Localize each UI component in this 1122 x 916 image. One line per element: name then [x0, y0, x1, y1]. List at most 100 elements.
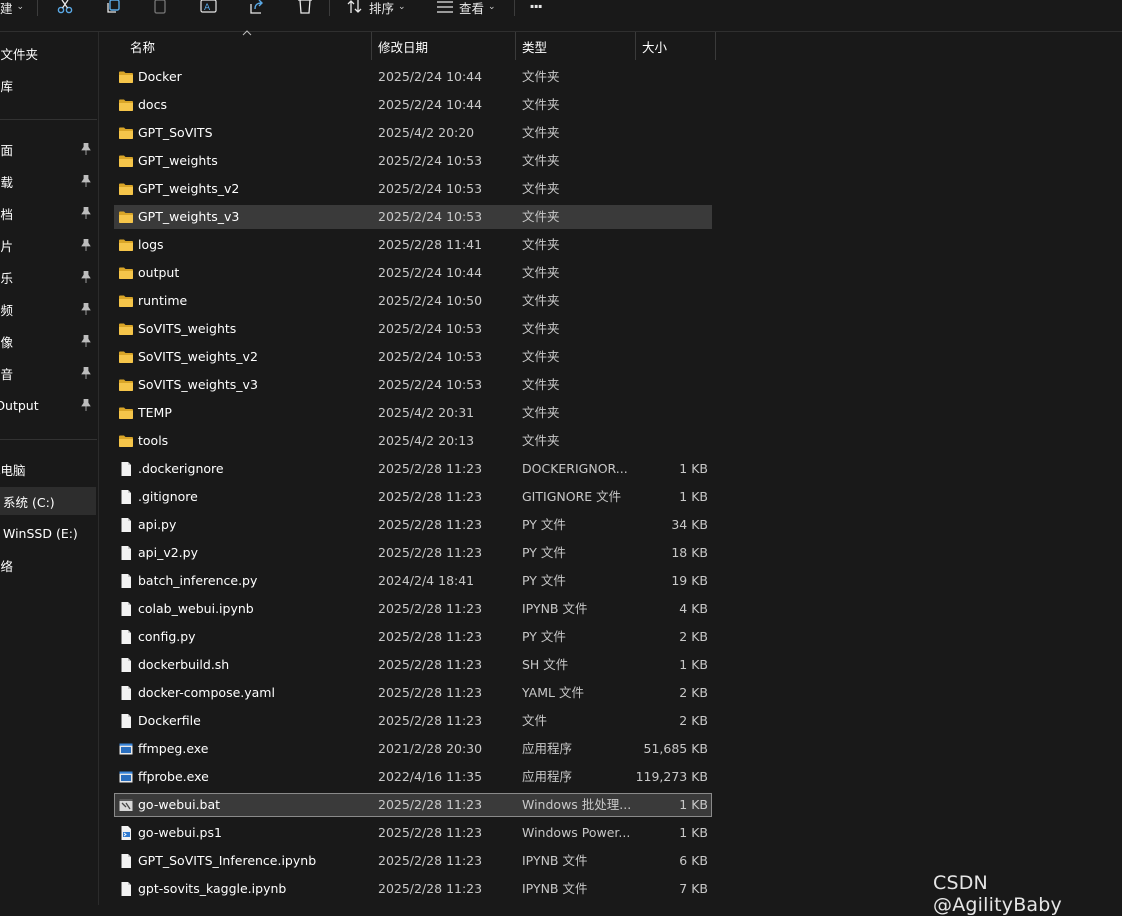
sidebar-item-label: 系统 (C:)	[3, 494, 55, 510]
file-row[interactable]: api_v2.py 2025/2/28 11:23 PY 文件 18 KB	[114, 541, 712, 565]
file-date: 2025/4/2 20:13	[378, 433, 475, 448]
sidebar-item[interactable]: 录音	[0, 359, 96, 387]
sidebar-item[interactable]: 音乐	[0, 263, 96, 291]
sidebar-item[interactable]: 图库	[0, 71, 96, 99]
sidebar-item-label: 文档	[0, 206, 14, 222]
sidebar-item[interactable]: 桌面	[0, 135, 96, 163]
file-row[interactable]: go-webui.ps1 2025/2/28 11:23 Windows Power…	[114, 821, 712, 845]
file-row[interactable]: GPT_weights_v3 2025/2/24 10:53 文件夹	[114, 205, 712, 229]
folder-icon	[118, 377, 134, 393]
file-icon	[118, 461, 134, 477]
file-icon	[118, 629, 134, 645]
file-date: 2025/2/24 10:53	[378, 153, 483, 168]
file-icon	[118, 545, 134, 561]
sidebar-item[interactable]: WinSSD (E:)	[0, 519, 96, 547]
file-date: 2025/2/28 11:41	[378, 237, 483, 252]
view-icon	[437, 1, 453, 13]
file-date: 2025/2/28 11:23	[378, 797, 483, 812]
file-row[interactable]: logs 2025/2/28 11:41 文件夹	[114, 233, 712, 257]
file-name: api.py	[138, 517, 177, 532]
file-row[interactable]: SoVITS_weights 2025/2/24 10:53 文件夹	[114, 317, 712, 341]
file-date: 2025/2/28 11:23	[378, 685, 483, 700]
file-date: 2025/4/2 20:31	[378, 405, 475, 420]
file-row[interactable]: GPT_weights_v2 2025/2/24 10:53 文件夹	[114, 177, 712, 201]
file-size: 51,685 KB	[643, 741, 708, 756]
file-row[interactable]: batch_inference.py 2024/2/4 18:41 PY 文件 19 …	[114, 569, 712, 593]
file-row[interactable]: tools 2025/4/2 20:13 文件夹	[114, 429, 712, 453]
file-row[interactable]: colab_webui.ipynb 2025/2/28 11:23 IPYNB 文件…	[114, 597, 712, 621]
file-row[interactable]: TEMP 2025/4/2 20:31 文件夹	[114, 401, 712, 425]
view-button[interactable]: 查看 ⌄	[437, 0, 496, 16]
file-date: 2025/2/28 11:23	[378, 517, 483, 532]
sidebar-item[interactable]: 摄像	[0, 327, 96, 355]
copy-icon	[107, 0, 120, 13]
sidebar-item[interactable]: 文档	[0, 199, 96, 227]
file-row[interactable]: docs 2025/2/24 10:44 文件夹	[114, 93, 712, 117]
file-type: IPYNB 文件	[522, 881, 588, 896]
file-row[interactable]: docker-compose.yaml 2025/2/28 11:23 YAML 文…	[114, 681, 712, 705]
share-button[interactable]	[249, 0, 265, 14]
rename-button[interactable]: A	[200, 0, 218, 14]
delete-button[interactable]	[297, 0, 313, 14]
file-row[interactable]: Docker 2025/2/24 10:44 文件夹	[114, 65, 712, 89]
copy-button[interactable]	[105, 0, 121, 14]
file-type: DOCKERIGNOR...	[522, 461, 628, 476]
file-row[interactable]: Dockerfile 2025/2/28 11:23 文件 2 KB	[114, 709, 712, 733]
column-header-type[interactable]: 类型	[522, 32, 634, 60]
file-row[interactable]: SoVITS_weights_v3 2025/2/24 10:53 文件夹	[114, 373, 712, 397]
file-icon	[118, 573, 134, 589]
file-icon	[118, 853, 134, 869]
file-row[interactable]: .dockerignore 2025/2/28 11:23 DOCKERIGNOR.…	[114, 457, 712, 481]
sidebar-item[interactable]: 此电脑	[0, 455, 96, 483]
sidebar-item[interactable]: 图片	[0, 231, 96, 259]
sidebar-item[interactable]: 网络	[0, 551, 96, 579]
file-size: 2 KB	[679, 629, 708, 644]
file-date: 2025/2/28 11:23	[378, 489, 483, 504]
column-header-size[interactable]: 大小	[642, 32, 714, 60]
more-options-button[interactable]: ···	[529, 0, 543, 15]
sidebar-item[interactable]: 视频	[0, 295, 96, 323]
file-type: Windows Power...	[522, 825, 631, 840]
file-row[interactable]: .gitignore 2025/2/28 11:23 GITIGNORE 文件 1 K…	[114, 485, 712, 509]
file-date: 2025/2/24 10:53	[378, 209, 483, 224]
file-icon	[118, 601, 134, 617]
file-row[interactable]: GPT_SoVITS 2025/4/2 20:20 文件夹	[114, 121, 712, 145]
file-type: 文件夹	[522, 265, 560, 280]
file-row[interactable]: go-webui.bat 2025/2/28 11:23 Windows 批处理..…	[114, 793, 712, 817]
file-row[interactable]: ffprobe.exe 2022/4/16 11:35 应用程序 119,273 KB	[114, 765, 712, 789]
sidebar-item-label: 图片	[0, 238, 14, 254]
file-row[interactable]: GPT_SoVITS_Inference.ipynb 2025/2/28 11:2…	[114, 849, 712, 873]
file-row[interactable]: SoVITS_weights_v2 2025/2/24 10:53 文件夹	[114, 345, 712, 369]
file-row[interactable]: ffmpeg.exe 2021/2/28 20:30 应用程序 51,685 KB	[114, 737, 712, 761]
cut-button[interactable]	[57, 0, 73, 14]
file-row[interactable]: GPT_weights 2025/2/24 10:53 文件夹	[114, 149, 712, 173]
paste-button[interactable]	[152, 0, 168, 14]
file-row[interactable]: gpt-sovits_kaggle.ipynb 2025/2/28 11:23 IP…	[114, 877, 712, 901]
sidebar-item[interactable]: 下载	[0, 167, 96, 195]
file-name: gpt-sovits_kaggle.ipynb	[138, 881, 287, 896]
sidebar-item[interactable]: 系统 (C:)	[0, 487, 96, 515]
file-size: 1 KB	[679, 825, 708, 840]
column-type-label: 类型	[522, 39, 548, 55]
file-row[interactable]: api.py 2025/2/28 11:23 PY 文件 34 KB	[114, 513, 712, 537]
column-header-name[interactable]: 名称	[130, 32, 370, 60]
file-row[interactable]: dockerbuild.sh 2025/2/28 11:23 SH 文件 1 KB	[114, 653, 712, 677]
file-row[interactable]: runtime 2025/2/24 10:50 文件夹	[114, 289, 712, 313]
file-icon	[118, 657, 134, 673]
file-row[interactable]: config.py 2025/2/28 11:23 PY 文件 2 KB	[114, 625, 712, 649]
column-header-date[interactable]: 修改日期	[378, 32, 514, 60]
file-name: Dockerfile	[138, 713, 201, 728]
file-size: 1 KB	[679, 461, 708, 476]
file-name: api_v2.py	[138, 545, 198, 560]
folder-icon	[118, 97, 134, 113]
file-row[interactable]: output 2025/2/24 10:44 文件夹	[114, 261, 712, 285]
sort-button[interactable]: 排序 ⌄	[347, 0, 406, 16]
sidebar-item[interactable]: 主文件夹	[0, 39, 96, 67]
pin-icon	[81, 366, 91, 382]
folder-icon	[118, 237, 134, 253]
sidebar-item-label: FOutput	[0, 397, 39, 413]
sidebar-item[interactable]: FOutput	[0, 391, 96, 419]
new-button[interactable]: 建 ⌄	[0, 0, 24, 16]
file-date: 2024/2/4 18:41	[378, 573, 475, 588]
watermark: CSDN @AgilityBaby	[933, 872, 1062, 916]
